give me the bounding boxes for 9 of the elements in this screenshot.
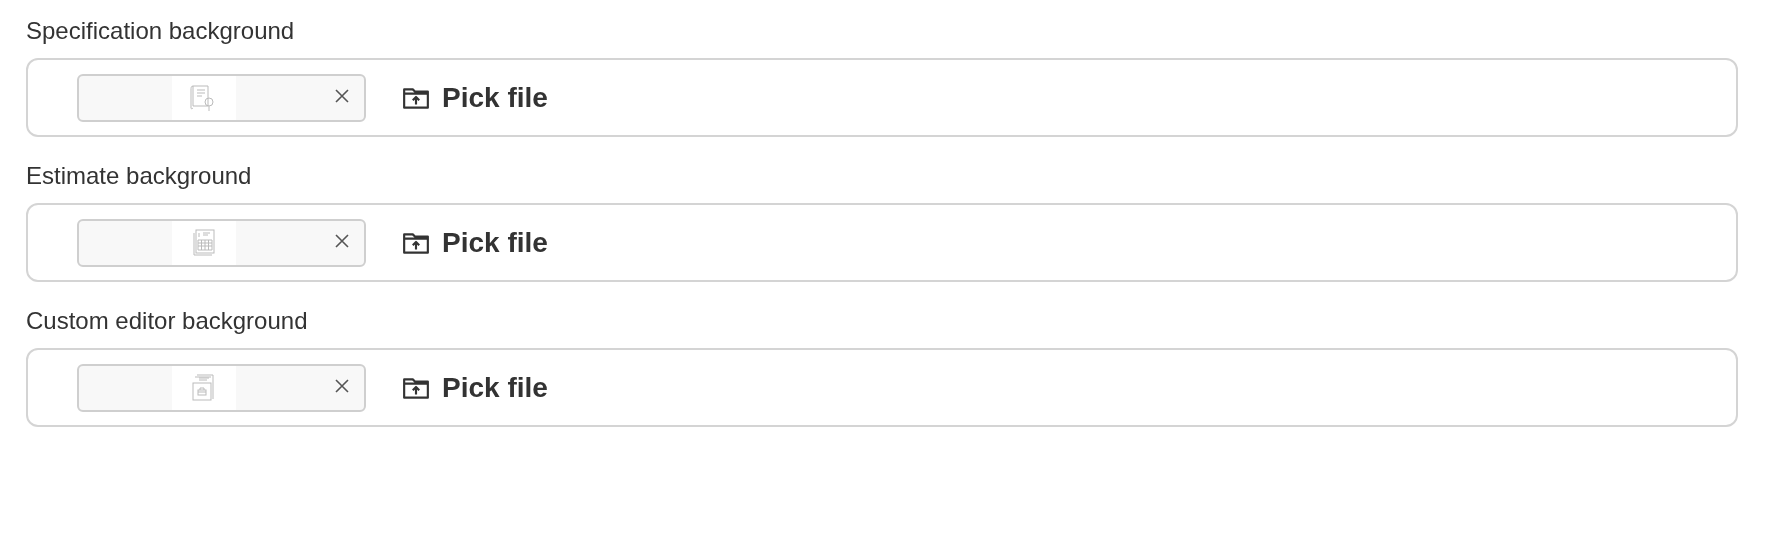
close-icon[interactable] — [334, 377, 350, 394]
close-icon[interactable] — [334, 232, 350, 249]
pick-file-button[interactable]: Pick file — [402, 371, 548, 404]
field-label: Estimate background — [26, 161, 253, 191]
field-label: Custom editor background — [26, 306, 309, 336]
close-icon[interactable] — [334, 87, 350, 104]
field-label: Specification background — [26, 16, 296, 46]
pick-file-button[interactable]: Pick file — [402, 81, 548, 114]
pick-file-button[interactable]: Pick file — [402, 226, 548, 259]
